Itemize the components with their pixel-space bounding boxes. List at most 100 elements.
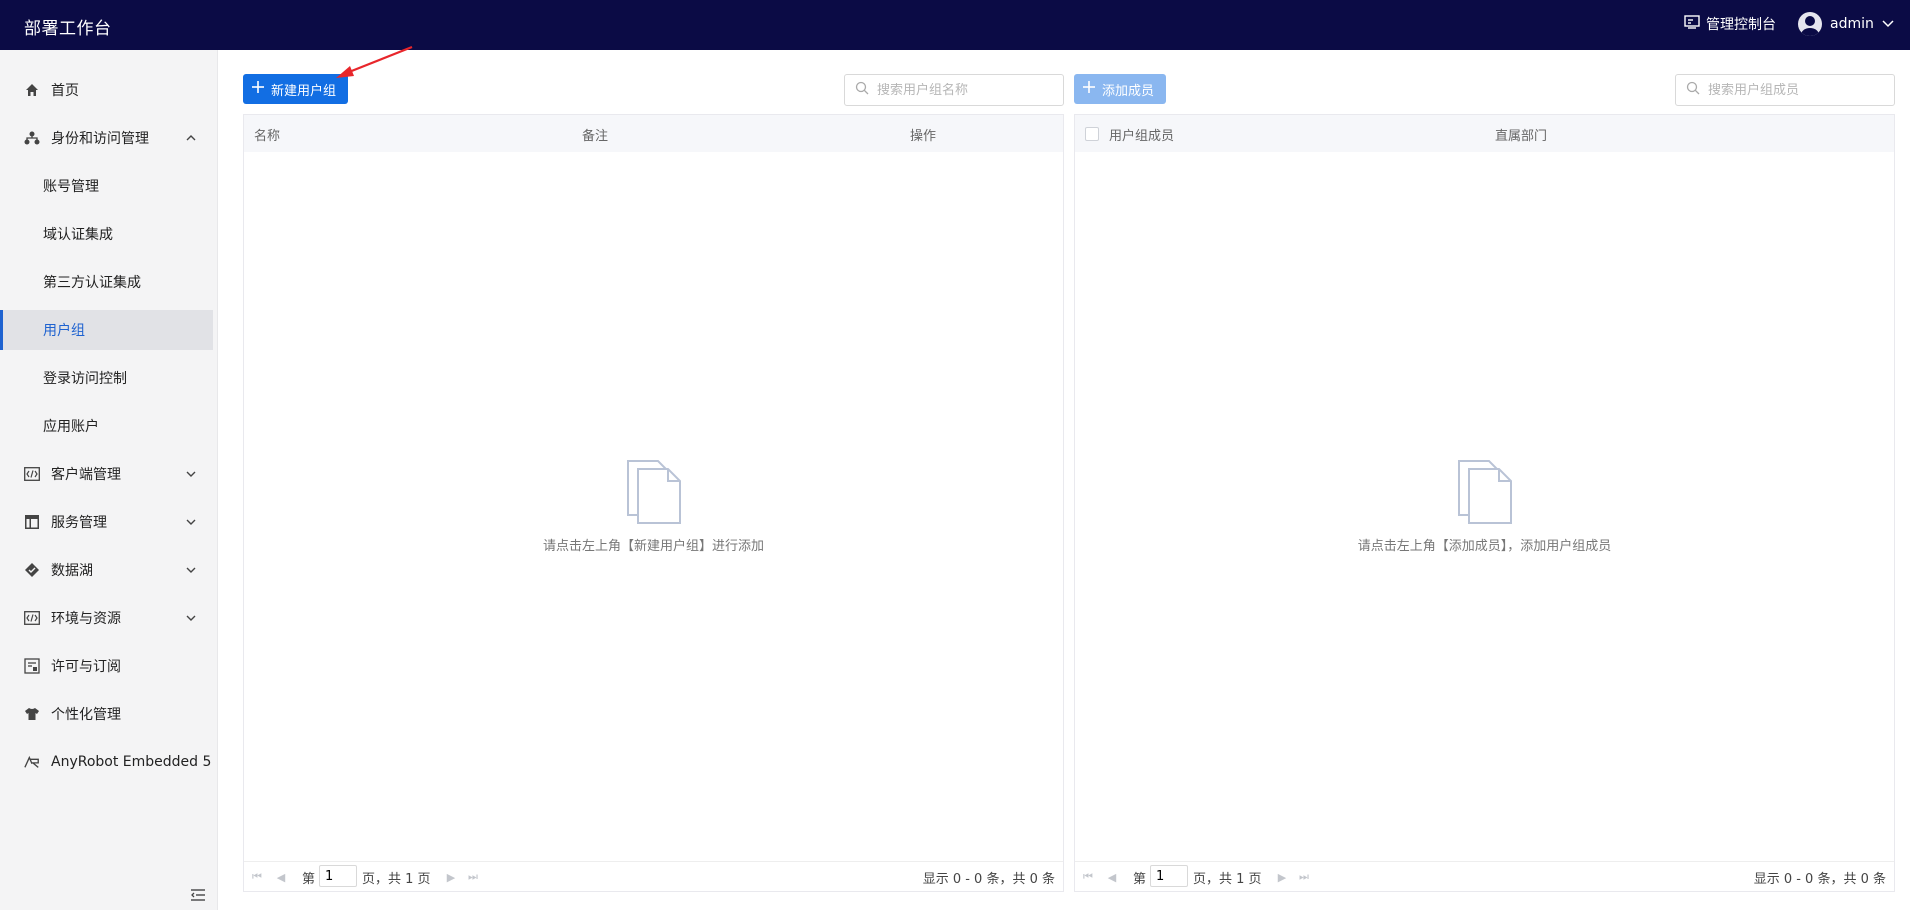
add-member-button[interactable]: 添加成员 — [1074, 74, 1166, 104]
sidebar-item-third-party-auth[interactable]: 第三方认证集成 — [0, 262, 213, 302]
code-icon — [24, 610, 40, 626]
management-console-link[interactable]: 管理控制台 — [1684, 14, 1776, 34]
empty-documents-icon — [622, 460, 686, 529]
sidebar-item-label: 数据湖 — [51, 563, 93, 579]
anyrobot-icon — [24, 754, 40, 770]
pagination-info: 显示 0 - 0 条，共 0 条 — [922, 872, 1055, 887]
page-number-input[interactable] — [1150, 865, 1188, 887]
user-name: admin — [1830, 16, 1874, 32]
add-member-label: 添加成员 — [1102, 83, 1155, 99]
member-search[interactable] — [1675, 74, 1895, 106]
sidebar-item-environment-resources[interactable]: 环境与资源 — [0, 598, 213, 638]
license-icon — [24, 658, 40, 674]
sidebar-item-label: 用户组 — [43, 323, 85, 339]
sidebar: 首页 身份和访问管理 账号管理 域认证集成 第三方认证集成 用户组 登录访问控制… — [0, 50, 218, 910]
top-bar: 部署工作台 管理控制台 admin — [0, 0, 1910, 50]
user-group-table: 名称 备注 操作 请点击左上角【新建用户组】进行添加 ⏮ ◀ 第 页，共 1 页… — [243, 114, 1064, 892]
pagination: ⏮ ◀ 第 页，共 1 页 ▶ ⏭ 显示 0 - 0 条，共 0 条 — [1075, 861, 1894, 891]
sidebar-item-service-management[interactable]: 服务管理 — [0, 502, 213, 542]
sidebar-item-license-subscription[interactable]: 许可与订阅 — [0, 646, 213, 686]
next-page-icon[interactable]: ▶ — [1275, 870, 1289, 884]
last-page-icon[interactable]: ⏭ — [1297, 870, 1311, 884]
org-tree-icon — [24, 130, 40, 146]
last-page-icon[interactable]: ⏭ — [466, 870, 480, 884]
console-label: 管理控制台 — [1706, 17, 1776, 33]
column-header-remark: 备注 — [582, 129, 609, 144]
sidebar-item-client-management[interactable]: 客户端管理 — [0, 454, 213, 494]
user-group-search[interactable] — [844, 74, 1064, 106]
sidebar-item-label: AnyRobot Embedded 5 — [51, 754, 212, 770]
chevron-down-icon — [186, 565, 196, 575]
column-header-member: 用户组成员 — [1109, 129, 1175, 144]
empty-state: 请点击左上角【添加成员】，添加用户组成员 — [1075, 459, 1894, 554]
prev-page-icon[interactable]: ◀ — [274, 870, 288, 884]
page-suffix: 页，共 1 页 — [1193, 872, 1262, 887]
chevron-down-icon — [186, 517, 196, 527]
shirt-icon — [24, 706, 40, 722]
sidebar-item-label: 应用账户 — [43, 419, 99, 435]
sidebar-item-label: 首页 — [51, 83, 79, 99]
chevron-down-icon — [1882, 16, 1894, 32]
search-icon — [1686, 81, 1700, 99]
column-header-name: 名称 — [254, 129, 281, 144]
prev-page-icon[interactable]: ◀ — [1105, 870, 1119, 884]
sidebar-item-anyrobot[interactable]: AnyRobot Embedded 5 — [0, 742, 213, 782]
collapse-sidebar-icon[interactable] — [190, 888, 206, 902]
sidebar-item-label: 个性化管理 — [51, 707, 121, 723]
sidebar-item-label: 账号管理 — [43, 179, 99, 195]
sidebar-item-user-groups[interactable]: 用户组 — [0, 310, 213, 350]
sidebar-item-label: 许可与订阅 — [51, 659, 121, 675]
user-group-search-input[interactable] — [877, 82, 1047, 98]
chevron-up-icon — [186, 133, 196, 143]
column-header-department: 直属部门 — [1495, 129, 1548, 144]
sidebar-item-label: 环境与资源 — [51, 611, 121, 627]
member-search-input[interactable] — [1708, 82, 1878, 98]
empty-documents-icon — [1453, 460, 1517, 529]
sidebar-item-domain-auth[interactable]: 域认证集成 — [0, 214, 213, 254]
chevron-down-icon — [186, 613, 196, 623]
member-table: 用户组成员 直属部门 请点击左上角【添加成员】，添加用户组成员 ⏮ ◀ 第 页，… — [1074, 114, 1895, 892]
first-page-icon[interactable]: ⏮ — [1081, 870, 1095, 884]
sidebar-item-label: 第三方认证集成 — [43, 275, 141, 291]
page-prefix: 第 — [1133, 872, 1147, 887]
pagination: ⏮ ◀ 第 页，共 1 页 ▶ ⏭ 显示 0 - 0 条，共 0 条 — [244, 861, 1063, 891]
sidebar-item-label: 客户端管理 — [51, 467, 121, 483]
search-icon — [855, 81, 869, 99]
pagination-info: 显示 0 - 0 条，共 0 条 — [1753, 872, 1886, 887]
avatar — [1798, 12, 1822, 36]
sidebar-item-app-accounts[interactable]: 应用账户 — [0, 406, 213, 446]
table-header: 用户组成员 直属部门 — [1075, 115, 1894, 152]
sidebar-item-home[interactable]: 首页 — [0, 70, 213, 110]
empty-state: 请点击左上角【新建用户组】进行添加 — [244, 459, 1063, 554]
home-icon — [24, 82, 40, 98]
plus-icon — [1082, 80, 1096, 98]
sidebar-item-login-access-control[interactable]: 登录访问控制 — [0, 358, 213, 398]
table-header: 名称 备注 操作 — [244, 115, 1063, 152]
console-icon — [1684, 15, 1700, 33]
chevron-down-icon — [186, 469, 196, 479]
user-menu[interactable]: admin — [1798, 12, 1894, 36]
plus-icon — [251, 80, 265, 98]
sidebar-item-identity-access[interactable]: 身份和访问管理 — [0, 118, 213, 158]
code-icon — [24, 466, 40, 482]
sidebar-item-accounts[interactable]: 账号管理 — [0, 166, 213, 206]
empty-message: 请点击左上角【新建用户组】进行添加 — [542, 539, 764, 554]
page-suffix: 页，共 1 页 — [362, 872, 431, 887]
next-page-icon[interactable]: ▶ — [444, 870, 458, 884]
sidebar-item-label: 服务管理 — [51, 515, 107, 531]
page-prefix: 第 — [302, 872, 316, 887]
annotation-arrow-icon — [336, 45, 413, 78]
sidebar-item-label: 身份和访问管理 — [51, 131, 149, 147]
lake-icon — [24, 562, 40, 578]
column-header-actions: 操作 — [910, 129, 937, 144]
layout-icon — [24, 514, 40, 530]
page-number-input[interactable] — [319, 865, 357, 887]
empty-message: 请点击左上角【添加成员】，添加用户组成员 — [1357, 539, 1612, 554]
new-user-group-label: 新建用户组 — [271, 83, 337, 99]
sidebar-item-data-lake[interactable]: 数据湖 — [0, 550, 213, 590]
first-page-icon[interactable]: ⏮ — [250, 870, 264, 884]
sidebar-item-label: 域认证集成 — [43, 227, 113, 243]
sidebar-item-personalization[interactable]: 个性化管理 — [0, 694, 213, 734]
app-title: 部署工作台 — [24, 19, 112, 39]
select-all-checkbox[interactable] — [1085, 127, 1099, 141]
